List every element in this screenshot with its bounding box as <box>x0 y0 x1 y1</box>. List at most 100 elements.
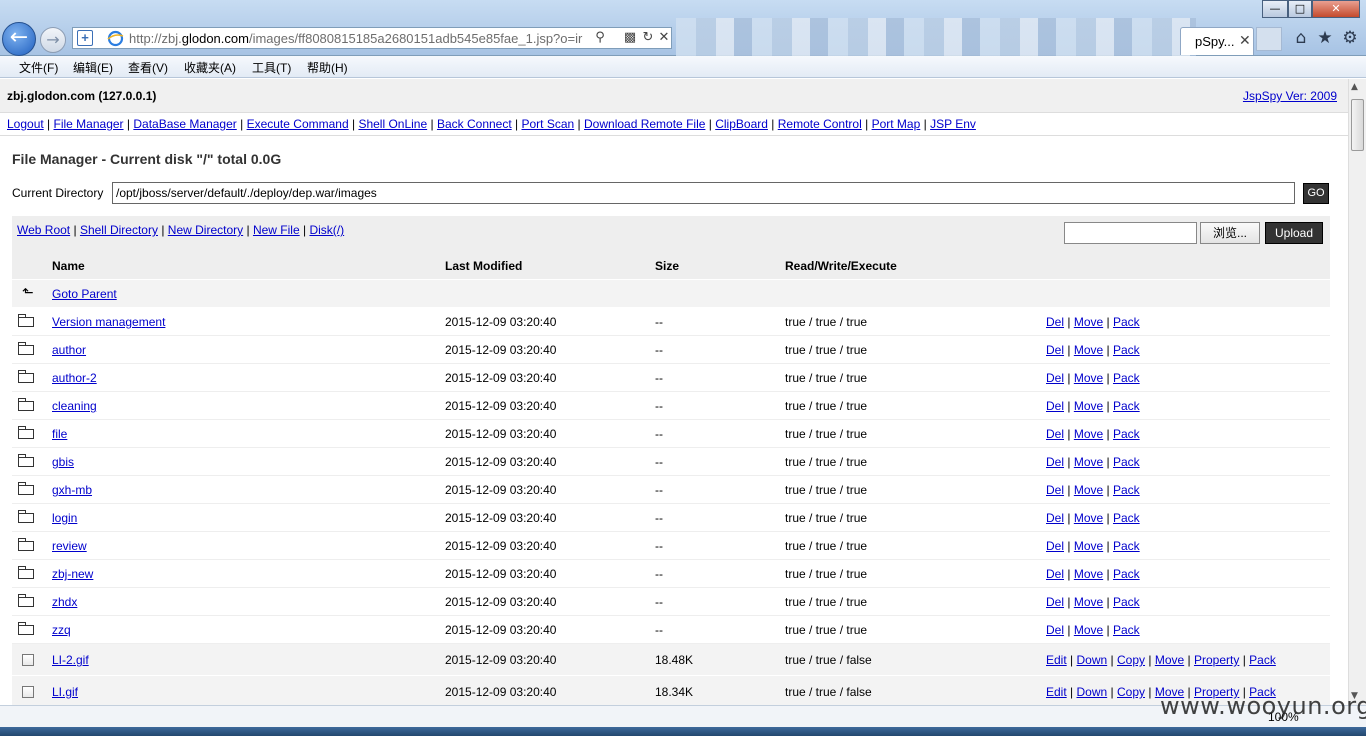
menu-favorites[interactable]: 收藏夹(A) <box>184 59 236 76</box>
nav-remote-control[interactable]: Remote Control <box>778 117 862 131</box>
dir-action-pack[interactable]: Pack <box>1113 539 1140 553</box>
nav-clipboard[interactable]: ClipBoard <box>715 117 768 131</box>
dir-action-move[interactable]: Move <box>1074 567 1103 581</box>
dir-action-pack[interactable]: Pack <box>1113 595 1140 609</box>
dir-action-move[interactable]: Move <box>1074 511 1103 525</box>
dir-action-del[interactable]: Del <box>1046 511 1064 525</box>
nav-port-map[interactable]: Port Map <box>872 117 921 131</box>
disk-link[interactable]: Disk(/) <box>309 223 344 237</box>
favorites-star-icon[interactable]: ★ <box>1315 28 1335 48</box>
file-checkbox[interactable] <box>22 654 34 666</box>
scroll-up-icon[interactable]: ▲ <box>1351 82 1358 92</box>
dir-action-pack[interactable]: Pack <box>1113 567 1140 581</box>
file-name-link[interactable]: LI-2.gif <box>52 653 89 667</box>
current-directory-input[interactable] <box>112 182 1295 204</box>
compat-view-icon[interactable]: + <box>77 30 93 46</box>
dir-name-link[interactable]: file <box>52 427 67 441</box>
new-tab-button[interactable] <box>1256 27 1282 51</box>
dir-name-link[interactable]: Version management <box>52 315 165 329</box>
nav-database-manager[interactable]: DataBase Manager <box>133 117 236 131</box>
nav-logout[interactable]: Logout <box>7 117 44 131</box>
dir-action-del[interactable]: Del <box>1046 539 1064 553</box>
menu-edit[interactable]: 编辑(E) <box>73 59 113 76</box>
scroll-thumb[interactable] <box>1351 99 1364 151</box>
browser-tab[interactable]: pSpy... ✕ <box>1180 27 1254 55</box>
goto-parent-link[interactable]: Goto Parent <box>52 287 117 301</box>
dir-action-pack[interactable]: Pack <box>1113 427 1140 441</box>
maximize-icon[interactable]: □ <box>1288 0 1312 18</box>
shell-directory-link[interactable]: Shell Directory <box>80 223 158 237</box>
dir-action-move[interactable]: Move <box>1074 539 1103 553</box>
dir-action-del[interactable]: Del <box>1046 315 1064 329</box>
dir-action-move[interactable]: Move <box>1074 427 1103 441</box>
dir-name-link[interactable]: login <box>52 511 77 525</box>
dir-action-del[interactable]: Del <box>1046 399 1064 413</box>
dir-action-pack[interactable]: Pack <box>1113 371 1140 385</box>
address-bar[interactable]: + http://zbj.glodon.com/images/ff8080815… <box>72 27 672 49</box>
web-root-link[interactable]: Web Root <box>17 223 70 237</box>
dir-action-pack[interactable]: Pack <box>1113 455 1140 469</box>
file-action-copy[interactable]: Copy <box>1117 653 1145 667</box>
dir-action-pack[interactable]: Pack <box>1113 343 1140 357</box>
settings-gear-icon[interactable]: ⚙ <box>1340 28 1360 48</box>
menu-tools[interactable]: 工具(T) <box>252 59 291 76</box>
dir-action-del[interactable]: Del <box>1046 371 1064 385</box>
version-link[interactable]: JspSpy Ver: 2009 <box>1243 89 1337 103</box>
url-text[interactable]: http://zbj.glodon.com/images/ff808081518… <box>129 31 589 47</box>
menu-help[interactable]: 帮助(H) <box>307 59 348 76</box>
dir-action-del[interactable]: Del <box>1046 427 1064 441</box>
dir-name-link[interactable]: author <box>52 343 86 357</box>
go-button[interactable]: GO <box>1303 183 1329 204</box>
dir-name-link[interactable]: gbis <box>52 455 74 469</box>
nav-file-manager[interactable]: File Manager <box>54 117 124 131</box>
dir-name-link[interactable]: author-2 <box>52 371 97 385</box>
nav-jsp-env[interactable]: JSP Env <box>930 117 976 131</box>
forward-arrow-icon[interactable]: → <box>40 27 66 53</box>
dir-action-pack[interactable]: Pack <box>1113 399 1140 413</box>
menu-view[interactable]: 查看(V) <box>128 59 168 76</box>
back-arrow-icon[interactable]: ← <box>2 22 36 56</box>
dir-action-move[interactable]: Move <box>1074 315 1103 329</box>
stop-icon[interactable]: ✕ <box>655 29 673 47</box>
menu-file[interactable]: 文件(F) <box>19 59 58 76</box>
nav-back-connect[interactable]: Back Connect <box>437 117 512 131</box>
nav-shell-online[interactable]: Shell OnLine <box>358 117 427 131</box>
search-icon[interactable]: ⚲ <box>591 29 609 47</box>
file-name-link[interactable]: LI.gif <box>52 685 78 699</box>
file-action-pack[interactable]: Pack <box>1249 653 1276 667</box>
dir-action-pack[interactable]: Pack <box>1113 315 1140 329</box>
file-action-copy[interactable]: Copy <box>1117 685 1145 699</box>
file-action-down[interactable]: Down <box>1077 653 1108 667</box>
close-window-icon[interactable]: ✕ <box>1312 0 1360 18</box>
nav-port-scan[interactable]: Port Scan <box>522 117 575 131</box>
file-checkbox[interactable] <box>22 686 34 698</box>
vertical-scrollbar[interactable]: ▲ ▼ <box>1348 79 1366 705</box>
file-action-property[interactable]: Property <box>1194 653 1239 667</box>
page-icon[interactable]: ▩ <box>621 29 639 47</box>
file-action-down[interactable]: Down <box>1077 685 1108 699</box>
dir-action-del[interactable]: Del <box>1046 343 1064 357</box>
file-action-edit[interactable]: Edit <box>1046 653 1067 667</box>
dir-action-del[interactable]: Del <box>1046 455 1064 469</box>
dir-name-link[interactable]: gxh-mb <box>52 483 92 497</box>
dir-action-move[interactable]: Move <box>1074 623 1103 637</box>
new-file-link[interactable]: New File <box>253 223 300 237</box>
dir-action-pack[interactable]: Pack <box>1113 511 1140 525</box>
dir-action-pack[interactable]: Pack <box>1113 483 1140 497</box>
nav-download-remote-file[interactable]: Download Remote File <box>584 117 705 131</box>
dir-action-pack[interactable]: Pack <box>1113 623 1140 637</box>
dir-name-link[interactable]: review <box>52 539 87 553</box>
upload-button[interactable]: Upload <box>1265 222 1323 244</box>
dir-action-del[interactable]: Del <box>1046 483 1064 497</box>
browse-button[interactable]: 浏览... <box>1200 222 1260 244</box>
dir-action-del[interactable]: Del <box>1046 623 1064 637</box>
close-tab-icon[interactable]: ✕ <box>1239 32 1251 49</box>
dir-name-link[interactable]: zzq <box>52 623 71 637</box>
dir-action-del[interactable]: Del <box>1046 567 1064 581</box>
dir-action-move[interactable]: Move <box>1074 399 1103 413</box>
file-action-edit[interactable]: Edit <box>1046 685 1067 699</box>
dir-action-move[interactable]: Move <box>1074 455 1103 469</box>
dir-name-link[interactable]: cleaning <box>52 399 97 413</box>
nav-execute-command[interactable]: Execute Command <box>247 117 349 131</box>
dir-name-link[interactable]: zhdx <box>52 595 77 609</box>
